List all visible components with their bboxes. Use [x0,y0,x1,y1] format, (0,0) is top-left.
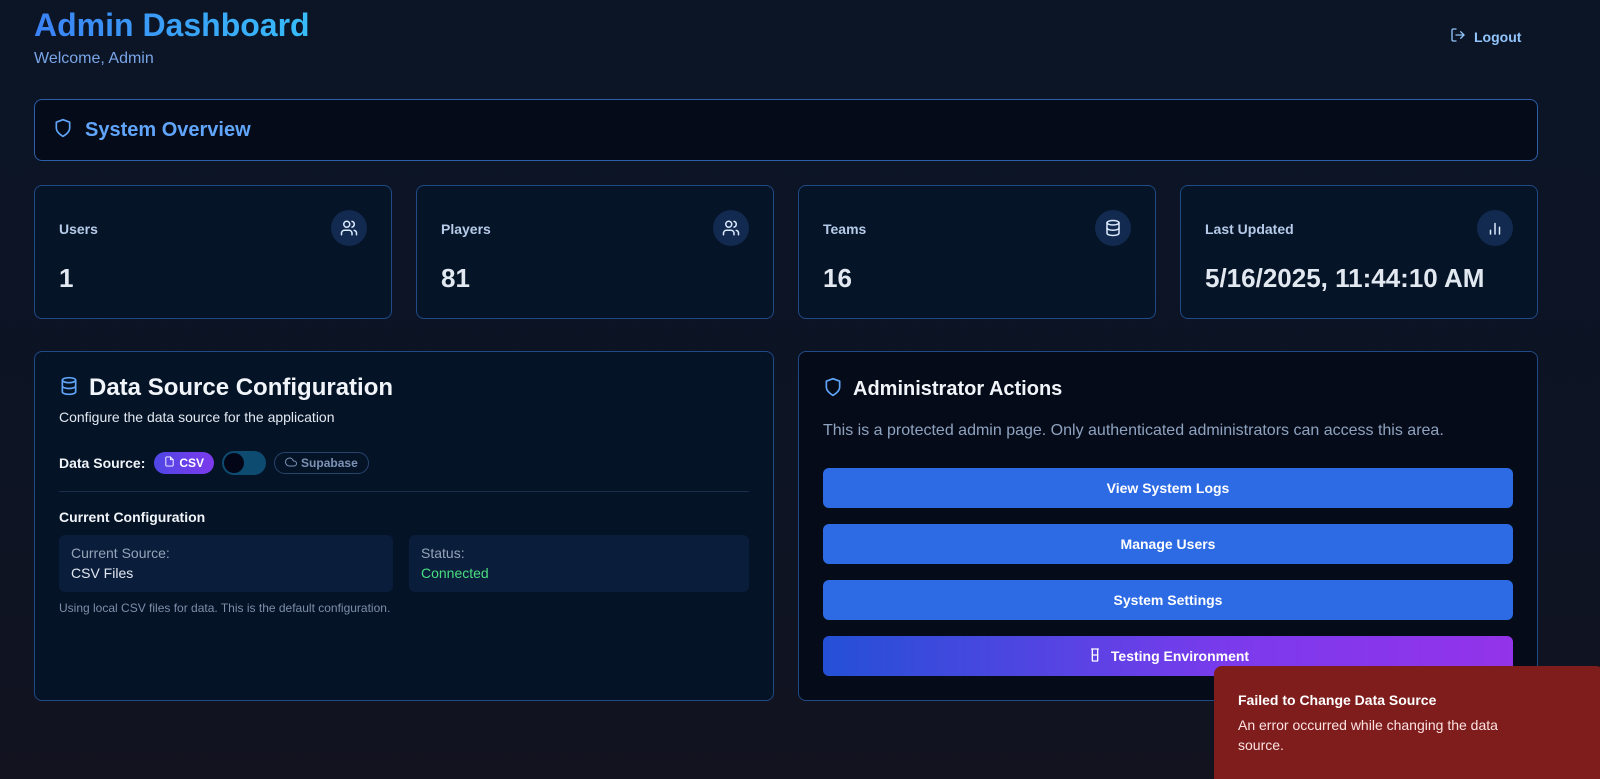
stat-card-users: Users 1 [34,185,392,319]
config-note: Using local CSV files for data. This is … [59,601,391,615]
stat-card-last-updated: Last Updated 5/16/2025, 11:44:10 AM [1180,185,1538,319]
current-source-label: Current Source: [71,545,170,561]
welcome-text: Welcome, Admin [34,50,154,67]
data-source-selector: Data Source: CSV Supabase [59,451,369,475]
current-config-title: Current Configuration [59,509,206,525]
stat-label: Teams [823,221,867,237]
logout-label: Logout [1474,28,1522,45]
stat-card-players: Players 81 [416,185,774,319]
admin-actions-panel: Administrator Actions This is a protecte… [798,351,1538,701]
bar-chart-icon [1477,210,1513,246]
csv-option-badge[interactable]: CSV [154,452,215,474]
stat-label: Players [441,221,491,237]
logout-icon [1450,27,1466,46]
data-source-header: Data Source Configuration [59,374,393,402]
status-label: Status: [421,545,465,561]
stat-label: Last Updated [1205,221,1294,237]
toggle-knob [224,453,245,473]
users-icon [713,210,749,246]
system-overview-banner: System Overview [34,99,1538,161]
stat-value: 16 [823,263,852,293]
beaker-icon [1087,647,1103,666]
database-icon [59,376,79,401]
manage-users-button[interactable]: Manage Users [823,524,1513,564]
current-source-box: Current Source: CSV Files [59,535,393,592]
toast-title: Failed to Change Data Source [1238,692,1437,708]
file-icon [164,456,175,470]
shield-icon [53,118,73,143]
toast-message: An error occurred while changing the dat… [1238,717,1498,753]
supabase-option-label: Supabase [301,456,358,470]
cloud-icon [285,456,298,471]
logout-button[interactable]: Logout [1450,27,1521,46]
divider [59,491,749,492]
current-source-value: CSV Files [71,565,134,581]
system-settings-button[interactable]: System Settings [823,580,1513,620]
supabase-option-badge[interactable]: Supabase [274,452,369,474]
page-header: Admin Dashboard Welcome, Admin [34,6,310,68]
stat-value: 81 [441,263,470,293]
data-source-label: Data Source: [59,455,146,471]
status-value: Connected [421,565,489,581]
data-source-subtitle: Configure the data source for the applic… [59,409,335,425]
database-icon [1095,210,1131,246]
admin-actions-title: Administrator Actions [853,378,1063,400]
testing-environment-label: Testing Environment [1110,648,1250,664]
status-box: Status: Connected [409,535,749,592]
csv-option-label: CSV [179,456,205,470]
error-toast[interactable]: Failed to Change Data Source An error oc… [1214,666,1600,779]
stat-value: 5/16/2025, 11:44:10 AM [1205,263,1485,293]
system-overview-title: System Overview [85,118,251,141]
data-source-title: Data Source Configuration [89,374,394,401]
users-icon [331,210,367,246]
admin-actions-description: This is a protected admin page. Only aut… [823,422,1444,439]
shield-icon [823,377,843,402]
stat-label: Users [59,221,98,237]
stat-card-teams: Teams 16 [798,185,1156,319]
view-system-logs-button[interactable]: View System Logs [823,468,1513,508]
data-source-toggle[interactable] [222,451,267,475]
data-source-panel: Data Source Configuration Configure the … [34,351,774,701]
admin-actions-header: Administrator Actions [823,377,1062,402]
stat-value: 1 [59,263,74,293]
page-title: Admin Dashboard [34,7,310,43]
